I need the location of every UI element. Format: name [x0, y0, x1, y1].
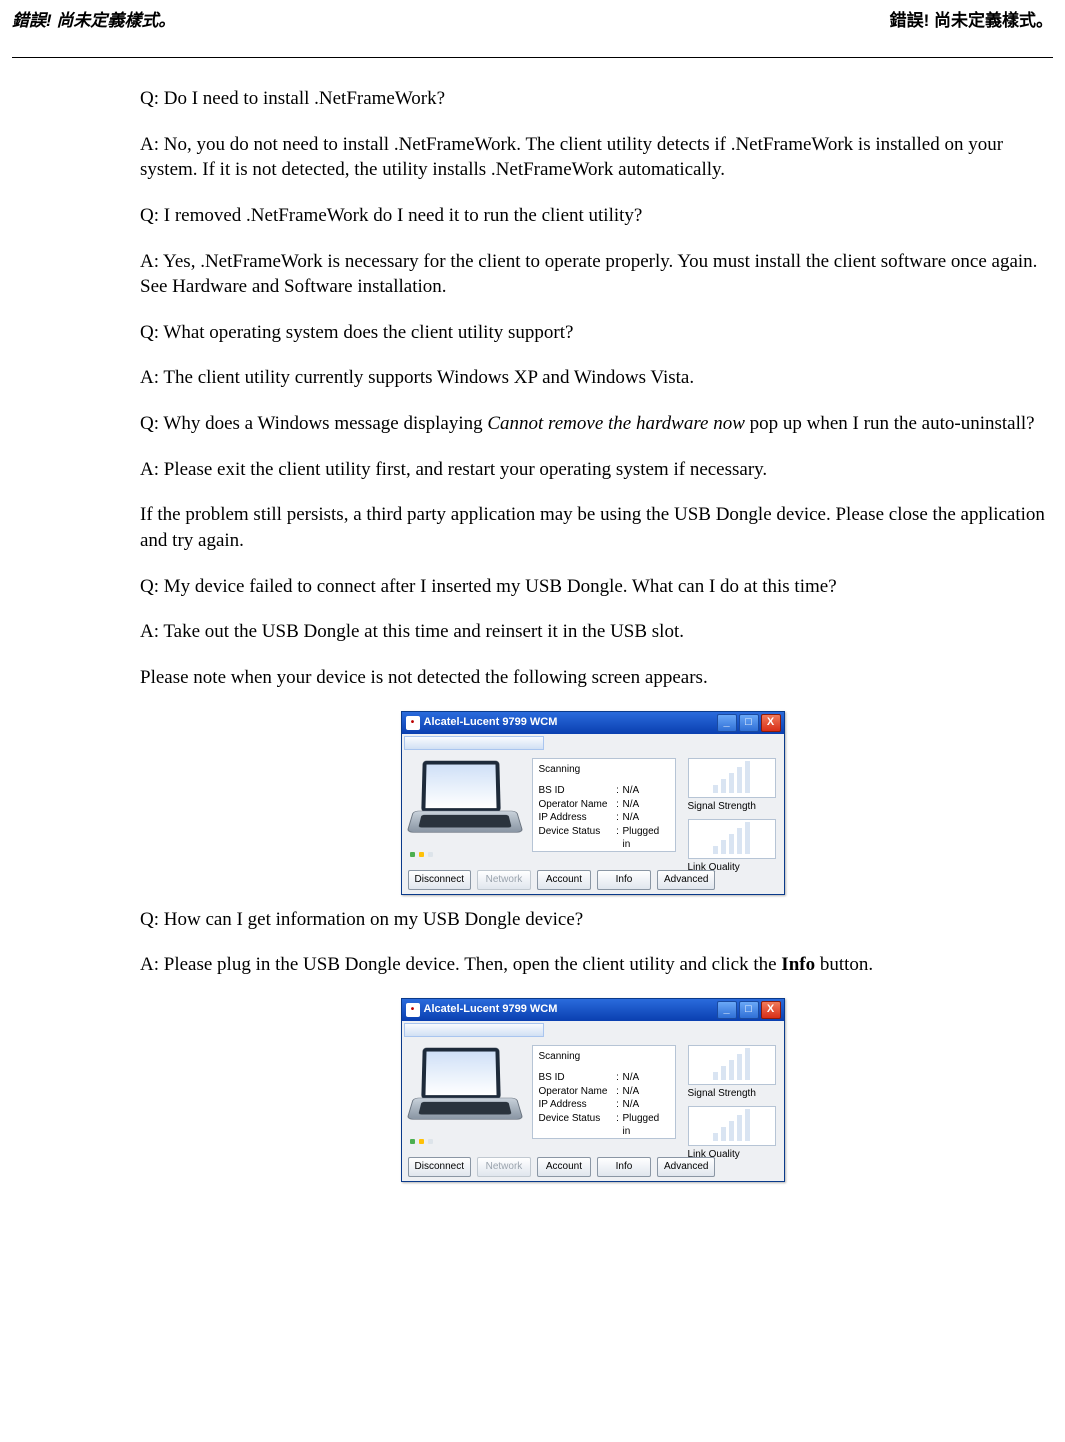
faq-a: A: Please plug in the USB Dongle device.… — [140, 952, 1045, 978]
signal-meter — [688, 1045, 776, 1085]
wcm-body: Scanning BS ID:N/A Operator Name:N/A IP … — [402, 750, 784, 894]
meters: Signal Strength Link Quality — [688, 1045, 776, 1168]
menubar[interactable] — [404, 736, 544, 750]
faq-a: A: Please exit the client utility first,… — [140, 457, 1045, 483]
window-title: Alcatel-Lucent 9799 WCM — [424, 715, 558, 730]
advanced-button[interactable]: Advanced — [657, 870, 715, 890]
faq-a: A: Take out the USB Dongle at this time … — [140, 619, 1045, 645]
field-label: BS ID — [539, 1071, 613, 1085]
field-label: IP Address — [539, 811, 613, 825]
link-meter — [688, 819, 776, 859]
text-bold: Info — [781, 954, 815, 975]
minimize-button[interactable]: _ — [717, 714, 737, 732]
field-value: N/A — [623, 811, 669, 825]
field-label: Operator Name — [539, 798, 613, 812]
text-italic: Cannot remove the hardware now — [487, 413, 745, 434]
status-text: Scanning — [539, 1050, 669, 1064]
signal-meter — [688, 758, 776, 798]
minimize-button[interactable]: _ — [717, 1001, 737, 1019]
wcm-window: • Alcatel-Lucent 9799 WCM _ □ X Scanning… — [401, 998, 785, 1182]
field-label: Device Status — [539, 825, 613, 852]
field-value: Plugged in — [623, 825, 669, 852]
field-value: N/A — [623, 1085, 669, 1099]
meters: Signal Strength Link Quality — [688, 758, 776, 881]
signal-label: Signal Strength — [688, 800, 776, 814]
account-button[interactable]: Account — [537, 1157, 591, 1177]
field-value: N/A — [623, 1098, 669, 1112]
close-button[interactable]: X — [761, 714, 781, 732]
laptop-image — [410, 1047, 520, 1129]
faq-q: Q: Do I need to install .NetFrameWork? — [140, 86, 1045, 112]
page-header: 錯誤! 尚未定義樣式。 錯誤! 尚未定義樣式。 — [12, 0, 1053, 58]
header-right: 錯誤! 尚未定義樣式。 — [890, 10, 1053, 33]
titlebar: • Alcatel-Lucent 9799 WCM _ □ X — [402, 999, 784, 1021]
disconnect-button[interactable]: Disconnect — [408, 1157, 471, 1177]
wcm-window: • Alcatel-Lucent 9799 WCM _ □ X Scanning… — [401, 711, 785, 895]
text: button. — [815, 954, 873, 975]
info-panel: Scanning BS ID:N/A Operator Name:N/A IP … — [532, 1045, 676, 1139]
text: Q: Why does a Windows message displaying — [140, 413, 487, 434]
info-button[interactable]: Info — [597, 1157, 651, 1177]
led-indicator — [410, 1139, 433, 1144]
field-value: Plugged in — [623, 1112, 669, 1139]
field-value: N/A — [623, 1071, 669, 1085]
led-indicator — [410, 852, 433, 857]
link-meter — [688, 1106, 776, 1146]
info-button[interactable]: Info — [597, 870, 651, 890]
faq-a-extra: If the problem still persists, a third p… — [140, 502, 1045, 553]
field-label: BS ID — [539, 784, 613, 798]
laptop-image — [410, 760, 520, 842]
header-left: 錯誤! 尚未定義樣式。 — [12, 10, 175, 33]
faq-a: A: No, you do not need to install .NetFr… — [140, 132, 1045, 183]
field-value: N/A — [623, 798, 669, 812]
text: A: Please plug in the USB Dongle device.… — [140, 954, 781, 975]
field-label: Device Status — [539, 1112, 613, 1139]
advanced-button[interactable]: Advanced — [657, 1157, 715, 1177]
faq-a: A: The client utility currently supports… — [140, 365, 1045, 391]
signal-label: Signal Strength — [688, 1087, 776, 1101]
maximize-button[interactable]: □ — [739, 714, 759, 732]
field-value: N/A — [623, 784, 669, 798]
maximize-button[interactable]: □ — [739, 1001, 759, 1019]
wcm-body: Scanning BS ID:N/A Operator Name:N/A IP … — [402, 1037, 784, 1181]
window-title: Alcatel-Lucent 9799 WCM — [424, 1002, 558, 1017]
disconnect-button[interactable]: Disconnect — [408, 870, 471, 890]
network-button[interactable]: Network — [477, 870, 531, 890]
app-icon: • — [406, 1003, 420, 1017]
field-label: Operator Name — [539, 1085, 613, 1099]
info-panel: Scanning BS ID:N/A Operator Name:N/A IP … — [532, 758, 676, 852]
titlebar: • Alcatel-Lucent 9799 WCM _ □ X — [402, 712, 784, 734]
faq-q: Q: I removed .NetFrameWork do I need it … — [140, 203, 1045, 229]
figure-screenshot: • Alcatel-Lucent 9799 WCM _ □ X Scanning… — [140, 998, 1045, 1182]
content-body: Q: Do I need to install .NetFrameWork? A… — [140, 86, 1045, 1182]
faq-q: Q: What operating system does the client… — [140, 320, 1045, 346]
text: pop up when I run the auto-uninstall? — [745, 413, 1035, 434]
app-icon: • — [406, 716, 420, 730]
close-button[interactable]: X — [761, 1001, 781, 1019]
field-label: IP Address — [539, 1098, 613, 1112]
network-button[interactable]: Network — [477, 1157, 531, 1177]
faq-q: Q: How can I get information on my USB D… — [140, 907, 1045, 933]
faq-a: A: Yes, .NetFrameWork is necessary for t… — [140, 249, 1045, 300]
status-text: Scanning — [539, 763, 669, 777]
faq-a-extra: Please note when your device is not dete… — [140, 665, 1045, 691]
account-button[interactable]: Account — [537, 870, 591, 890]
faq-q: Q: My device failed to connect after I i… — [140, 574, 1045, 600]
faq-q: Q: Why does a Windows message displaying… — [140, 411, 1045, 437]
figure-screenshot: • Alcatel-Lucent 9799 WCM _ □ X Scanning… — [140, 711, 1045, 895]
menubar[interactable] — [404, 1023, 544, 1037]
